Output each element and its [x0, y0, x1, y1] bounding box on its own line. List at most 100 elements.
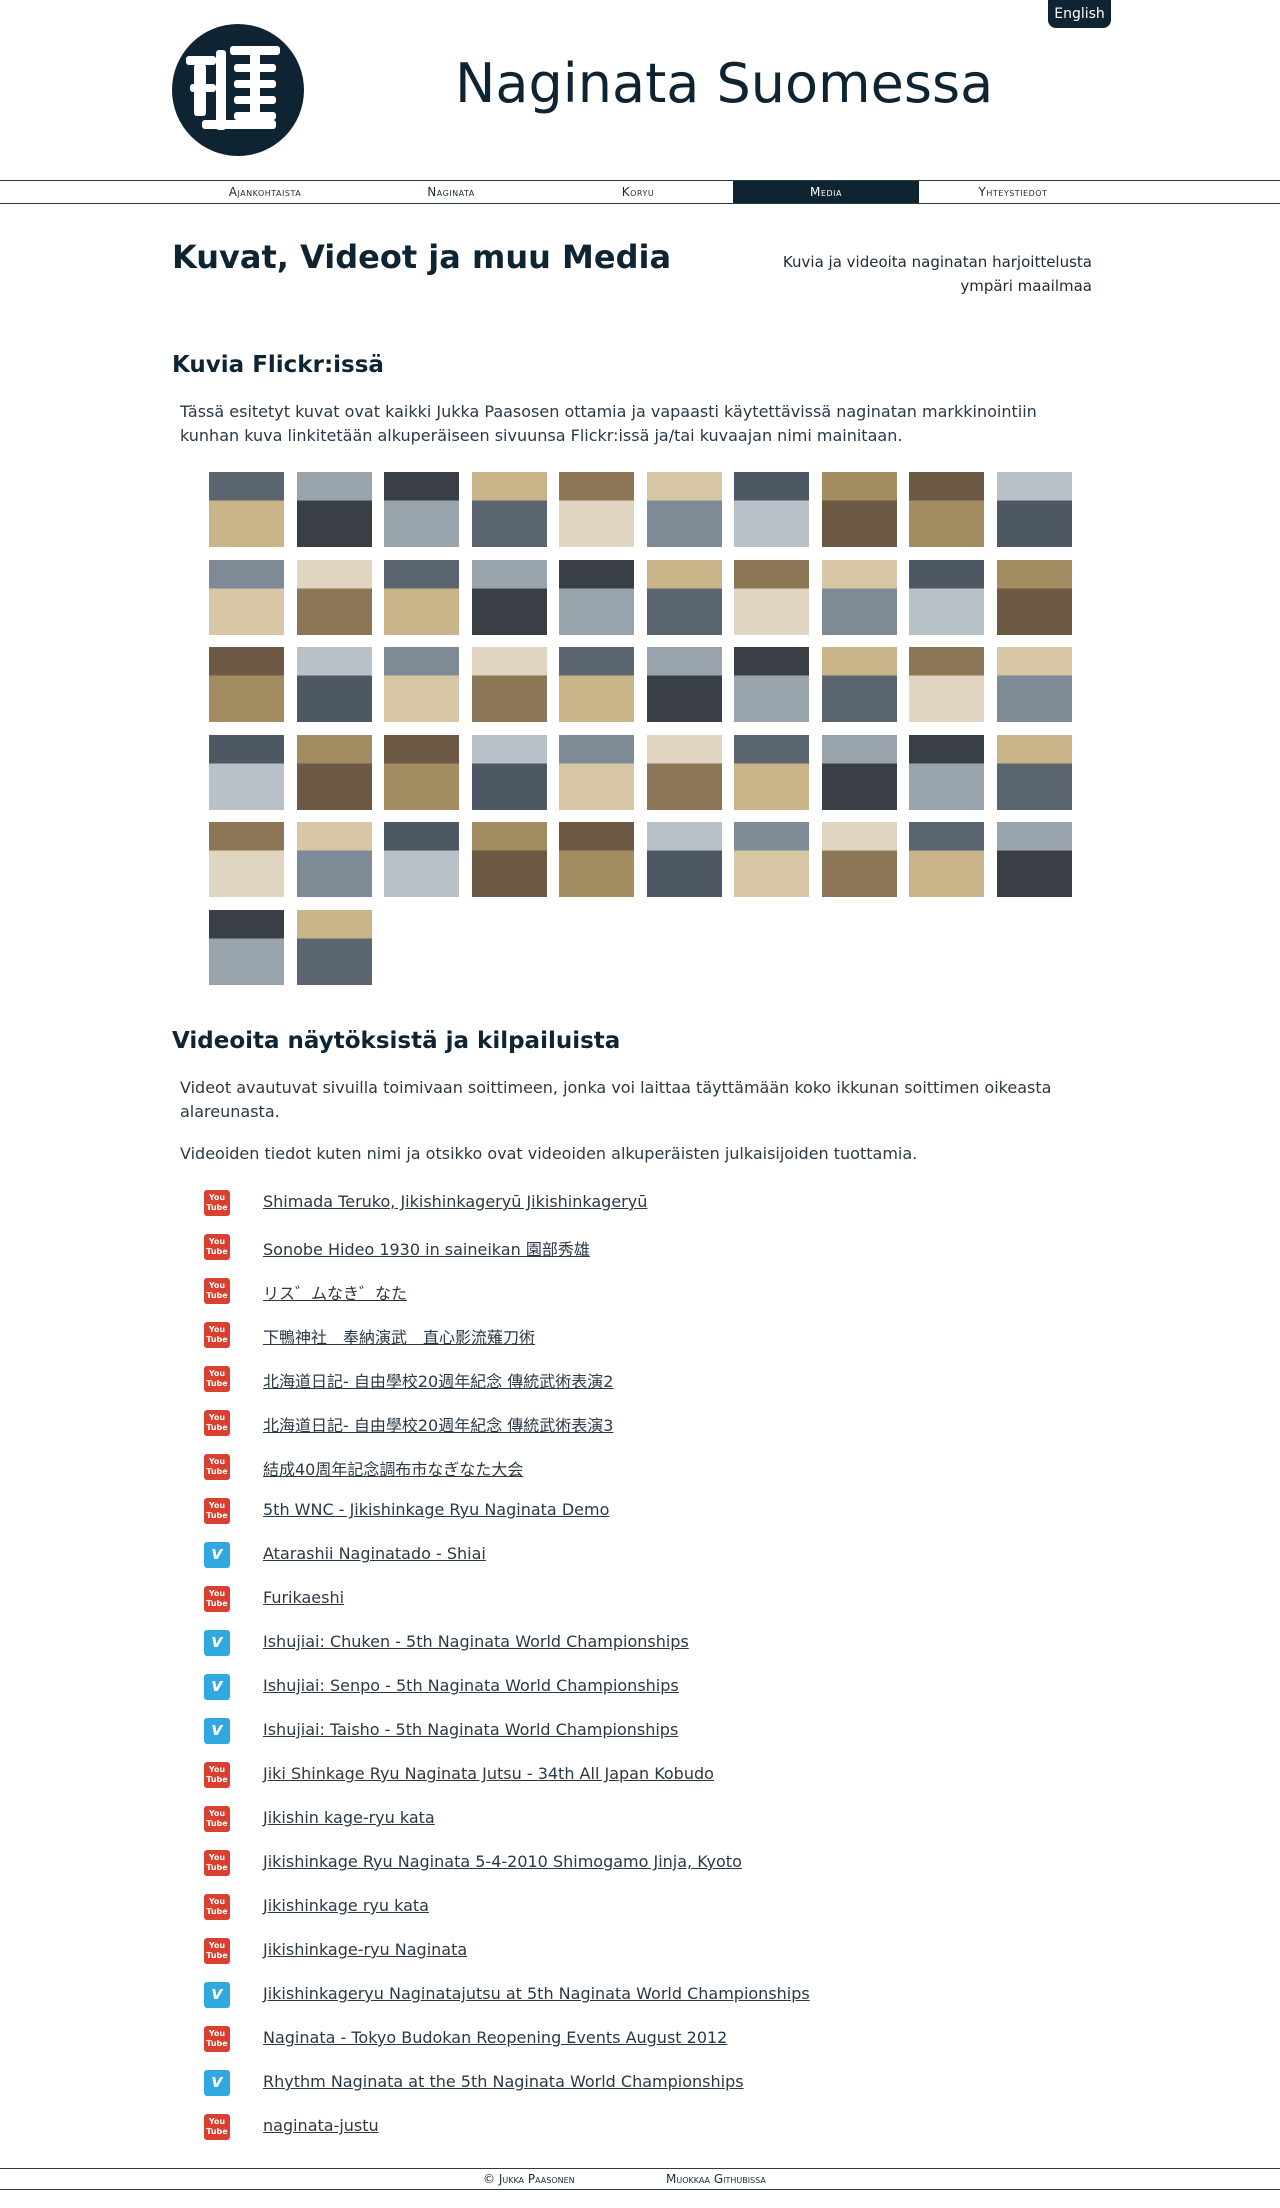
youtube-icon[interactable]: You Tube — [204, 1806, 230, 1832]
video-link[interactable]: 下鴨神社 奉納演武 直心影流薙刀術 — [263, 1324, 535, 1348]
photo-thumbnail[interactable] — [559, 559, 634, 635]
video-link[interactable]: 5th WNC - Jikishinkage Ryu Naginata Demo — [263, 1500, 609, 1519]
photo-thumbnail[interactable] — [909, 647, 984, 722]
youtube-icon[interactable]: You Tube — [204, 1454, 230, 1480]
youtube-icon[interactable]: You Tube — [204, 1366, 230, 1392]
vimeo-icon[interactable]: v — [204, 1630, 230, 1656]
photo-thumbnail[interactable] — [821, 822, 897, 897]
youtube-icon[interactable]: You Tube — [204, 1410, 230, 1436]
video-link[interactable]: Sonobe Hideo 1930 in saineikan 園部秀雄 — [263, 1236, 590, 1260]
photo-thumbnail[interactable] — [471, 472, 547, 547]
photo-thumbnail[interactable] — [296, 472, 372, 547]
photo-thumbnail[interactable] — [209, 647, 284, 722]
photo-thumbnail[interactable] — [296, 822, 372, 897]
video-link[interactable]: naginata-justu — [263, 2116, 379, 2135]
youtube-icon[interactable]: You Tube — [204, 1278, 230, 1304]
photo-thumbnail[interactable] — [384, 822, 459, 897]
video-link[interactable]: Jikishinkage Ryu Naginata 5-4-2010 Shimo… — [263, 1852, 742, 1871]
youtube-icon[interactable]: You Tube — [204, 1894, 230, 1920]
photo-thumbnail[interactable] — [471, 559, 547, 635]
photo-thumbnail[interactable] — [559, 472, 634, 547]
youtube-icon[interactable]: You Tube — [204, 1234, 230, 1260]
video-link[interactable]: Ishujiai: Senpo - 5th Naginata World Cha… — [263, 1676, 679, 1695]
photo-thumbnail[interactable] — [559, 734, 634, 810]
youtube-icon[interactable]: You Tube — [204, 2114, 230, 2140]
video-link[interactable]: Ishujiai: Chuken - 5th Naginata World Ch… — [263, 1632, 689, 1651]
photo-thumbnail[interactable] — [209, 472, 284, 547]
nav-item-ajankohtaista[interactable]: Ajankohtaista — [172, 181, 358, 203]
photo-thumbnail[interactable] — [909, 734, 984, 810]
youtube-icon[interactable]: You Tube — [204, 1190, 230, 1216]
site-logo[interactable] — [172, 24, 304, 156]
photo-thumbnail[interactable] — [471, 734, 547, 810]
nav-item-yhteystiedot[interactable]: Yhteystiedot — [920, 181, 1106, 203]
photo-thumbnail[interactable] — [209, 909, 284, 985]
photo-thumbnail[interactable] — [209, 822, 284, 897]
photo-thumbnail[interactable] — [996, 822, 1072, 897]
video-link[interactable]: Naginata - Tokyo Budokan Reopening Event… — [263, 2028, 727, 2047]
photo-thumbnail[interactable] — [646, 559, 722, 635]
photo-thumbnail[interactable] — [646, 647, 722, 722]
video-link[interactable]: Atarashii Naginatado - Shiai — [263, 1544, 486, 1563]
youtube-icon[interactable]: You Tube — [204, 1762, 230, 1788]
photo-thumbnail[interactable] — [734, 734, 809, 810]
photo-thumbnail[interactable] — [909, 472, 984, 547]
video-link[interactable]: Jikishinkage-ryu Naginata — [263, 1940, 467, 1959]
video-link[interactable]: リス゛ムなき゛なた — [263, 1280, 407, 1304]
video-link[interactable]: Jiki Shinkage Ryu Naginata Jutsu - 34th … — [263, 1764, 714, 1783]
video-link[interactable]: 北海道日記- 自由學校20週年紀念 傳統武術表演3 — [263, 1412, 614, 1436]
photo-thumbnail[interactable] — [646, 734, 722, 810]
photo-thumbnail[interactable] — [821, 472, 897, 547]
photo-thumbnail[interactable] — [734, 647, 809, 722]
nav-item-naginata[interactable]: Naginata — [358, 181, 544, 203]
photo-thumbnail[interactable] — [909, 559, 984, 635]
photo-thumbnail[interactable] — [296, 734, 372, 810]
photo-thumbnail[interactable] — [734, 472, 809, 547]
video-link[interactable]: Jikishinkageryu Naginatajutsu at 5th Nag… — [263, 1984, 810, 2003]
language-button[interactable]: English — [1048, 0, 1111, 28]
vimeo-icon[interactable]: v — [204, 2070, 230, 2096]
youtube-icon[interactable]: You Tube — [204, 1938, 230, 1964]
photo-thumbnail[interactable] — [384, 559, 459, 635]
photo-thumbnail[interactable] — [471, 647, 547, 722]
photo-thumbnail[interactable] — [996, 734, 1072, 810]
youtube-icon[interactable]: You Tube — [204, 1322, 230, 1348]
vimeo-icon[interactable]: v — [204, 1718, 230, 1744]
youtube-icon[interactable]: You Tube — [204, 2026, 230, 2052]
photo-thumbnail[interactable] — [821, 734, 897, 810]
photo-thumbnail[interactable] — [296, 647, 372, 722]
vimeo-icon[interactable]: v — [204, 1542, 230, 1568]
video-link[interactable]: 結成40周年記念調布市なぎなた大会 — [263, 1456, 523, 1480]
photo-thumbnail[interactable] — [996, 559, 1072, 635]
photo-thumbnail[interactable] — [996, 472, 1072, 547]
photo-thumbnail[interactable] — [559, 647, 634, 722]
video-link[interactable]: Rhythm Naginata at the 5th Naginata Worl… — [263, 2072, 744, 2091]
nav-item-media[interactable]: Media — [733, 181, 919, 203]
video-link[interactable]: Shimada Teruko, Jikishinkageryū Jikishin… — [263, 1192, 647, 1211]
footer-edit-link[interactable]: Muokkaa Githubissa — [666, 2169, 766, 2189]
youtube-icon[interactable]: You Tube — [204, 1498, 230, 1524]
photo-thumbnail[interactable] — [996, 647, 1072, 722]
youtube-icon[interactable]: You Tube — [204, 1850, 230, 1876]
photo-thumbnail[interactable] — [734, 559, 809, 635]
video-link[interactable]: Ishujiai: Taisho - 5th Naginata World Ch… — [263, 1720, 678, 1739]
photo-thumbnail[interactable] — [471, 822, 547, 897]
photo-thumbnail[interactable] — [209, 559, 284, 635]
photo-thumbnail[interactable] — [821, 647, 897, 722]
photo-thumbnail[interactable] — [384, 647, 459, 722]
vimeo-icon[interactable]: v — [204, 1982, 230, 2008]
photo-thumbnail[interactable] — [646, 472, 722, 547]
vimeo-icon[interactable]: v — [204, 1674, 230, 1700]
photo-thumbnail[interactable] — [384, 472, 459, 547]
photo-thumbnail[interactable] — [559, 822, 634, 897]
photo-thumbnail[interactable] — [821, 559, 897, 635]
photo-thumbnail[interactable] — [909, 822, 984, 897]
photo-thumbnail[interactable] — [209, 734, 284, 810]
photo-thumbnail[interactable] — [734, 822, 809, 897]
nav-item-koryu[interactable]: Koryu — [545, 181, 731, 203]
video-link[interactable]: Furikaeshi — [263, 1588, 344, 1607]
photo-thumbnail[interactable] — [646, 822, 722, 897]
video-link[interactable]: Jikishin kage-ryu kata — [263, 1808, 435, 1827]
video-link[interactable]: 北海道日記- 自由學校20週年紀念 傳統武術表演2 — [263, 1368, 614, 1392]
photo-thumbnail[interactable] — [296, 909, 372, 985]
